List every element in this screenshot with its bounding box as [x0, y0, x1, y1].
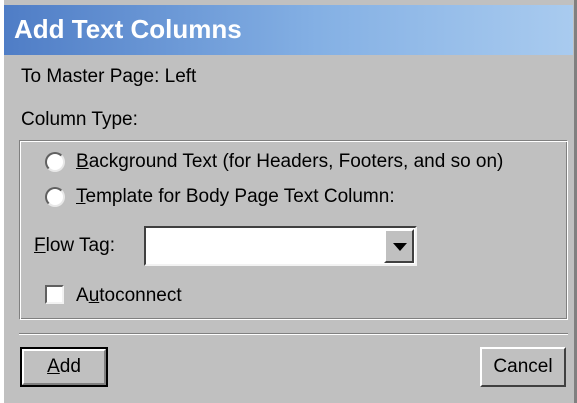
autoconnect-label[interactable]: Autoconnect — [76, 284, 182, 308]
column-type-label: Column Type: — [21, 109, 138, 130]
cancel-button[interactable]: Cancel — [480, 347, 566, 387]
flow-tag-dropdown-button[interactable] — [384, 229, 414, 263]
template-body-label[interactable]: Template for Body Page Text Column: — [76, 185, 395, 209]
background-text-label[interactable]: Background Text (for Headers, Footers, a… — [76, 150, 503, 174]
template-body-radio[interactable] — [45, 187, 65, 207]
button-divider — [19, 333, 568, 335]
title-bar[interactable]: Add Text Columns — [4, 5, 573, 55]
cancel-button-label: Cancel — [493, 356, 553, 377]
add-button[interactable]: Add — [20, 347, 108, 387]
master-page-label: To Master Page: Left — [21, 66, 197, 87]
window-frame-left — [0, 0, 4, 403]
flow-tag-label: Flow Tag: — [34, 235, 115, 256]
add-button-label: Add — [47, 356, 81, 377]
add-text-columns-dialog: Add Text Columns To Master Page: Left Co… — [0, 0, 577, 403]
flow-tag-select[interactable] — [144, 226, 417, 266]
chevron-down-icon — [393, 243, 407, 251]
autoconnect-checkbox[interactable] — [45, 285, 64, 304]
window-title: Add Text Columns — [14, 14, 242, 44]
background-text-radio[interactable] — [45, 152, 65, 172]
